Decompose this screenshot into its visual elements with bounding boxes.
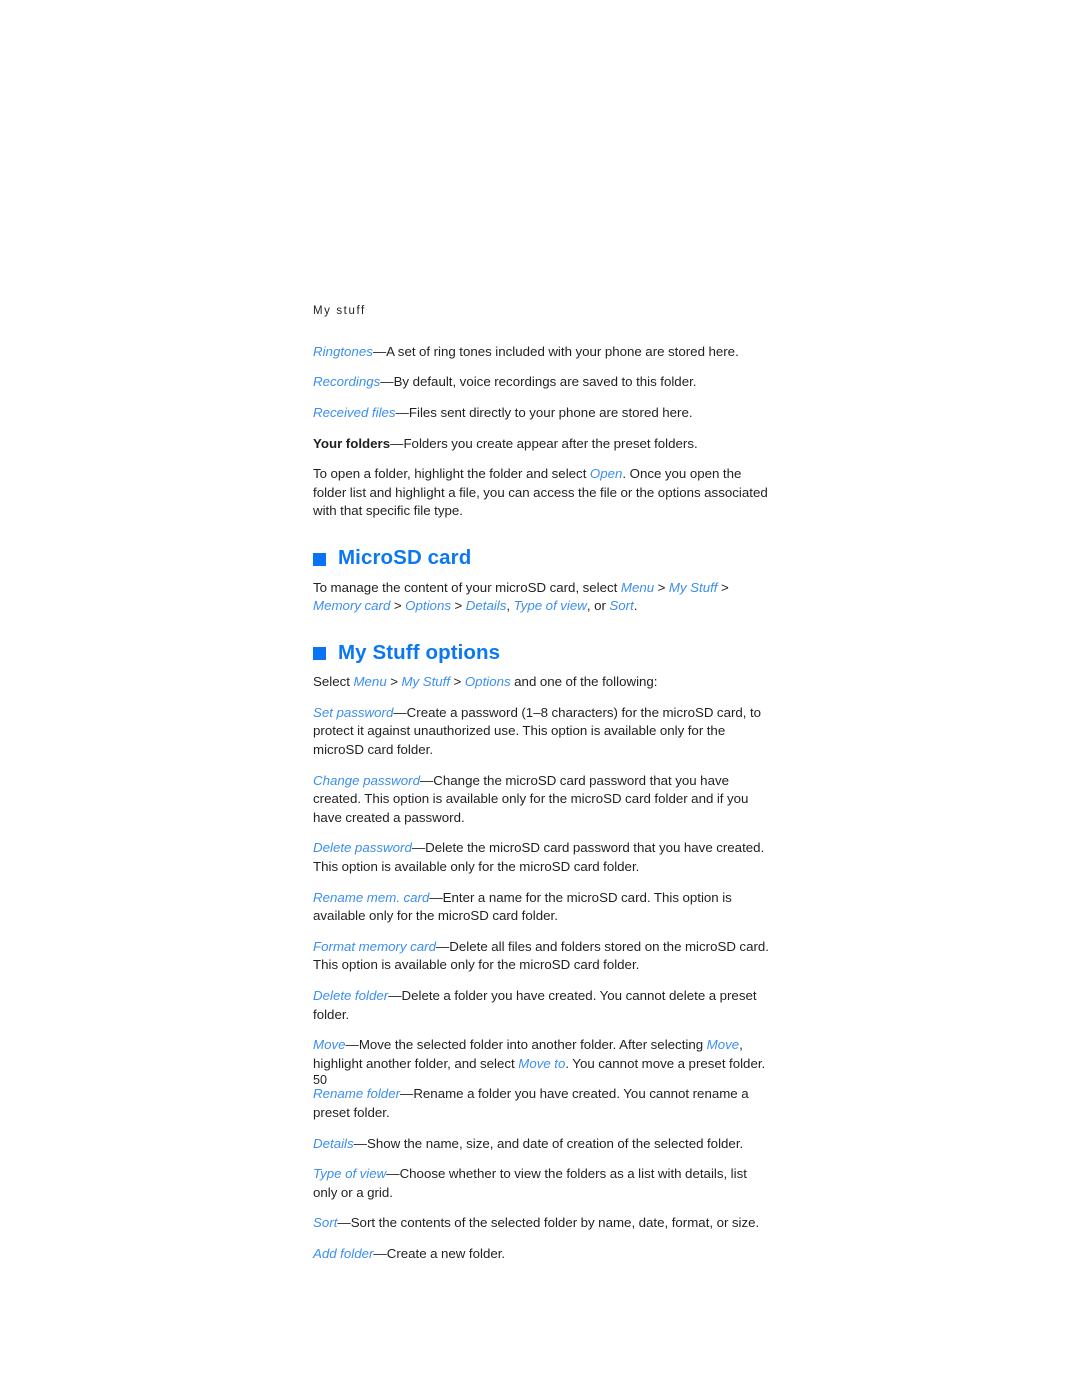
option-term: Rename mem. card [313,889,430,905]
paragraph-received-files: Received files—Files sent directly to yo… [313,404,771,423]
text-ringtones: —A set of ring tones included with your … [372,343,739,359]
ref-open: Open [589,466,623,482]
microsd-intro-part1: To manage the content of your microSD ca… [313,579,621,595]
paragraph-open-folder: To open a folder, highlight the folder a… [313,465,771,521]
option-term: Move [313,1037,346,1053]
option-term: Rename folder [313,1086,401,1102]
options-intro-part2: and one of the following: [510,674,658,690]
ref-menu: Menu [620,579,655,595]
path-separator: > [654,579,669,595]
path-separator: > [386,674,402,690]
term-ringtones: Ringtones [313,343,373,359]
ref-menu: Menu [353,674,387,690]
microsd-intro-end: . [633,598,638,614]
option-term: Delete folder [313,987,389,1003]
option-term: Change password [313,772,420,788]
ref-my-stuff: My Stuff [668,579,718,595]
ref-sort: Sort [609,598,634,614]
ref-details: Details [465,598,507,614]
option-term: Details [313,1135,354,1151]
option-term: Sort [313,1215,338,1231]
options-intro-part1: Select [313,674,354,690]
option-set-password: Set password—Create a password (1–8 char… [313,704,771,760]
option-rename-mem-card: Rename mem. card—Enter a name for the mi… [313,889,771,926]
section-bullet-icon [313,647,326,661]
heading-microsd-card-label: MicroSD card [338,545,472,569]
option-term: Set password [313,704,394,720]
section-bullet-icon [313,552,326,566]
ref-my-stuff: My Stuff [401,674,451,690]
option-text: —Create a new folder. [373,1245,506,1261]
option-text: —Show the name, size, and date of creati… [353,1135,744,1151]
path-separator: > [450,674,465,690]
document-page: My stuff Ringtones—A set of ring tones i… [0,0,1080,1397]
option-details: Details—Show the name, size, and date of… [313,1135,771,1154]
option-type-of-view: Type of view—Choose whether to view the … [313,1165,771,1202]
heading-microsd-card: MicroSD card [313,545,771,570]
text-your-folders: —Folders you create appear after the pre… [390,435,698,451]
paragraph-recordings: Recordings—By default, voice recordings … [313,373,771,392]
ref-memory-card: Memory card [313,598,391,614]
ref-options: Options [464,674,511,690]
option-term: Format memory card [313,938,436,954]
term-recordings: Recordings [313,374,381,390]
heading-my-stuff-options-label: My Stuff options [338,640,501,664]
page-number: 50 [313,1073,328,1087]
option-move: Move—Move the selected folder into anoth… [313,1036,771,1073]
term-received-files: Received files [313,404,396,420]
open-folder-part1: To open a folder, highlight the folder a… [313,466,590,482]
path-separator: > [450,598,466,614]
ref-type-of-view: Type of view [513,598,587,614]
page-content: My stuff Ringtones—A set of ring tones i… [313,305,771,1275]
heading-my-stuff-options: My Stuff options [313,640,771,665]
paragraph-my-stuff-options-intro: Select Menu > My Stuff > Options and one… [313,673,771,692]
paragraph-your-folders: Your folders—Folders you create appear a… [313,435,771,454]
running-header: My stuff [313,305,366,317]
term-your-folders: Your folders [313,435,391,451]
path-separator: , or [586,598,610,614]
move-part3: . You cannot move a preset folder. [565,1055,766,1071]
ref-options: Options [405,598,451,614]
text-recordings: —By default, voice recordings are saved … [380,374,697,390]
option-term: Add folder [313,1245,374,1261]
option-text: —Sort the contents of the selected folde… [337,1215,760,1231]
text-received-files: —Files sent directly to your phone are s… [395,404,693,420]
paragraph-microsd-intro: To manage the content of your microSD ca… [313,579,771,616]
option-delete-folder: Delete folder—Delete a folder you have c… [313,987,771,1024]
option-format-memory-card: Format memory card—Delete all files and … [313,938,771,975]
path-separator: > [390,598,406,614]
option-add-folder: Add folder—Create a new folder. [313,1245,771,1264]
path-separator: > [717,579,729,595]
ref-move: Move [706,1037,740,1053]
option-rename-folder: Rename folder—Rename a folder you have c… [313,1085,771,1122]
ref-move-to: Move to [518,1055,566,1071]
option-sort: Sort—Sort the contents of the selected f… [313,1214,771,1233]
path-separator: , [506,598,514,614]
move-part1: —Move the selected folder into another f… [345,1037,707,1053]
option-term: Delete password [313,840,412,856]
option-delete-password: Delete password—Delete the microSD card … [313,839,771,876]
option-term: Type of view [313,1166,387,1182]
paragraph-ringtones: Ringtones—A set of ring tones included w… [313,343,771,362]
option-change-password: Change password—Change the microSD card … [313,772,771,828]
